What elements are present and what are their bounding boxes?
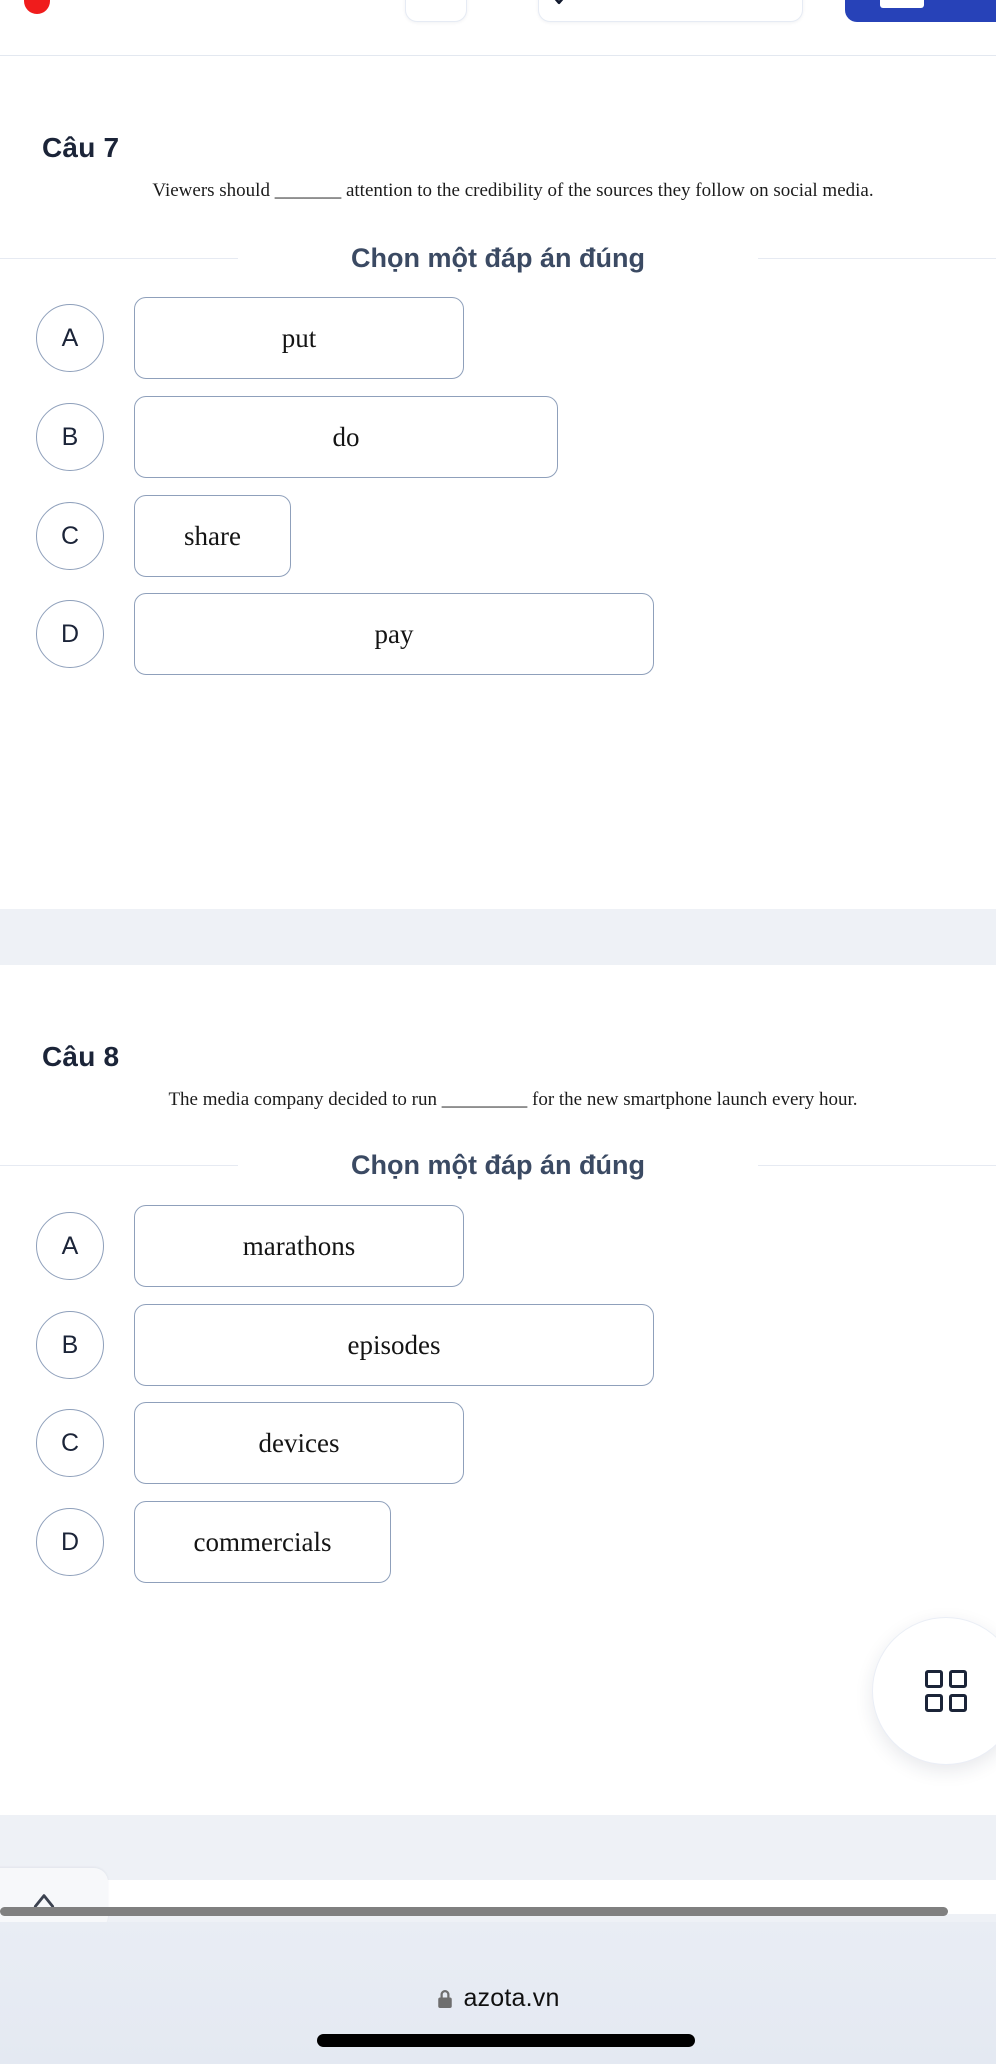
option-key-circle[interactable]: B xyxy=(36,1311,104,1379)
grid-icon-cell xyxy=(925,1670,943,1688)
choose-one-divider: Chọn một đáp án đúng xyxy=(0,241,996,275)
notification-dot xyxy=(24,0,50,14)
answer-option-c[interactable]: C devices xyxy=(0,1397,464,1489)
option-text-box[interactable]: pay xyxy=(134,593,654,675)
answer-option-b[interactable]: B episodes xyxy=(0,1299,654,1391)
option-text-box[interactable]: marathons xyxy=(134,1205,464,1287)
choose-one-label: Chọn một đáp án đúng xyxy=(351,1149,645,1180)
option-text-box[interactable]: put xyxy=(134,297,464,379)
option-key-circle[interactable]: C xyxy=(36,502,104,570)
toolbar-small-field[interactable] xyxy=(405,0,467,22)
question-number: Câu 7 xyxy=(42,132,120,163)
answer-option-c[interactable]: C share xyxy=(0,490,291,582)
option-key-circle[interactable]: A xyxy=(36,1212,104,1280)
grid-icon-cell xyxy=(925,1694,943,1712)
card-separator xyxy=(0,909,996,965)
option-key-circle[interactable]: A xyxy=(36,304,104,372)
option-key-circle[interactable]: D xyxy=(36,600,104,668)
option-key-circle[interactable]: C xyxy=(36,1409,104,1477)
option-key-circle[interactable]: B xyxy=(36,403,104,471)
answer-option-b[interactable]: B do xyxy=(0,391,558,483)
home-indicator xyxy=(317,2034,695,2047)
answer-option-d[interactable]: D pay xyxy=(0,588,654,680)
choose-one-divider: Chọn một đáp án đúng xyxy=(0,1148,996,1182)
option-text-box[interactable]: devices xyxy=(134,1402,464,1484)
grid-icon xyxy=(925,1670,967,1712)
choose-one-label: Chọn một đáp án đúng xyxy=(351,242,645,273)
grid-icon-cell xyxy=(949,1694,967,1712)
answer-option-d[interactable]: D commercials xyxy=(0,1496,391,1588)
question-number: Câu 8 xyxy=(42,1041,120,1072)
question-prompt: The media company decided to run _______… xyxy=(168,1089,858,1110)
url-text: azota.vn xyxy=(463,1984,560,2012)
lock-icon xyxy=(438,1989,453,2008)
chevron-down-icon xyxy=(554,0,564,5)
question-card-8: Câu 8 The media company decided to run _… xyxy=(0,965,996,1815)
divider-line-right xyxy=(758,1164,996,1166)
primary-action-button-label xyxy=(880,0,924,8)
answer-option-a[interactable]: A marathons xyxy=(0,1200,464,1292)
top-chrome xyxy=(0,0,996,56)
divider-line-left xyxy=(0,257,238,259)
question-prompt: Viewers should _______ attention to the … xyxy=(152,180,874,201)
option-key-circle[interactable]: D xyxy=(36,1508,104,1576)
toolbar-select-field[interactable] xyxy=(538,0,803,22)
option-text-box[interactable]: commercials xyxy=(134,1501,391,1583)
divider-line-left xyxy=(0,1164,238,1166)
option-text-box[interactable]: share xyxy=(134,495,291,577)
grid-icon-cell xyxy=(949,1670,967,1688)
option-text-box[interactable]: episodes xyxy=(134,1304,654,1386)
divider-line-right xyxy=(758,257,996,259)
answer-option-a[interactable]: A put xyxy=(0,292,464,384)
option-text-box[interactable]: do xyxy=(134,396,558,478)
question-card-7: Câu 7 Viewers should _______ attention t… xyxy=(0,56,996,909)
scrollbar-thumb[interactable] xyxy=(0,1907,948,1916)
